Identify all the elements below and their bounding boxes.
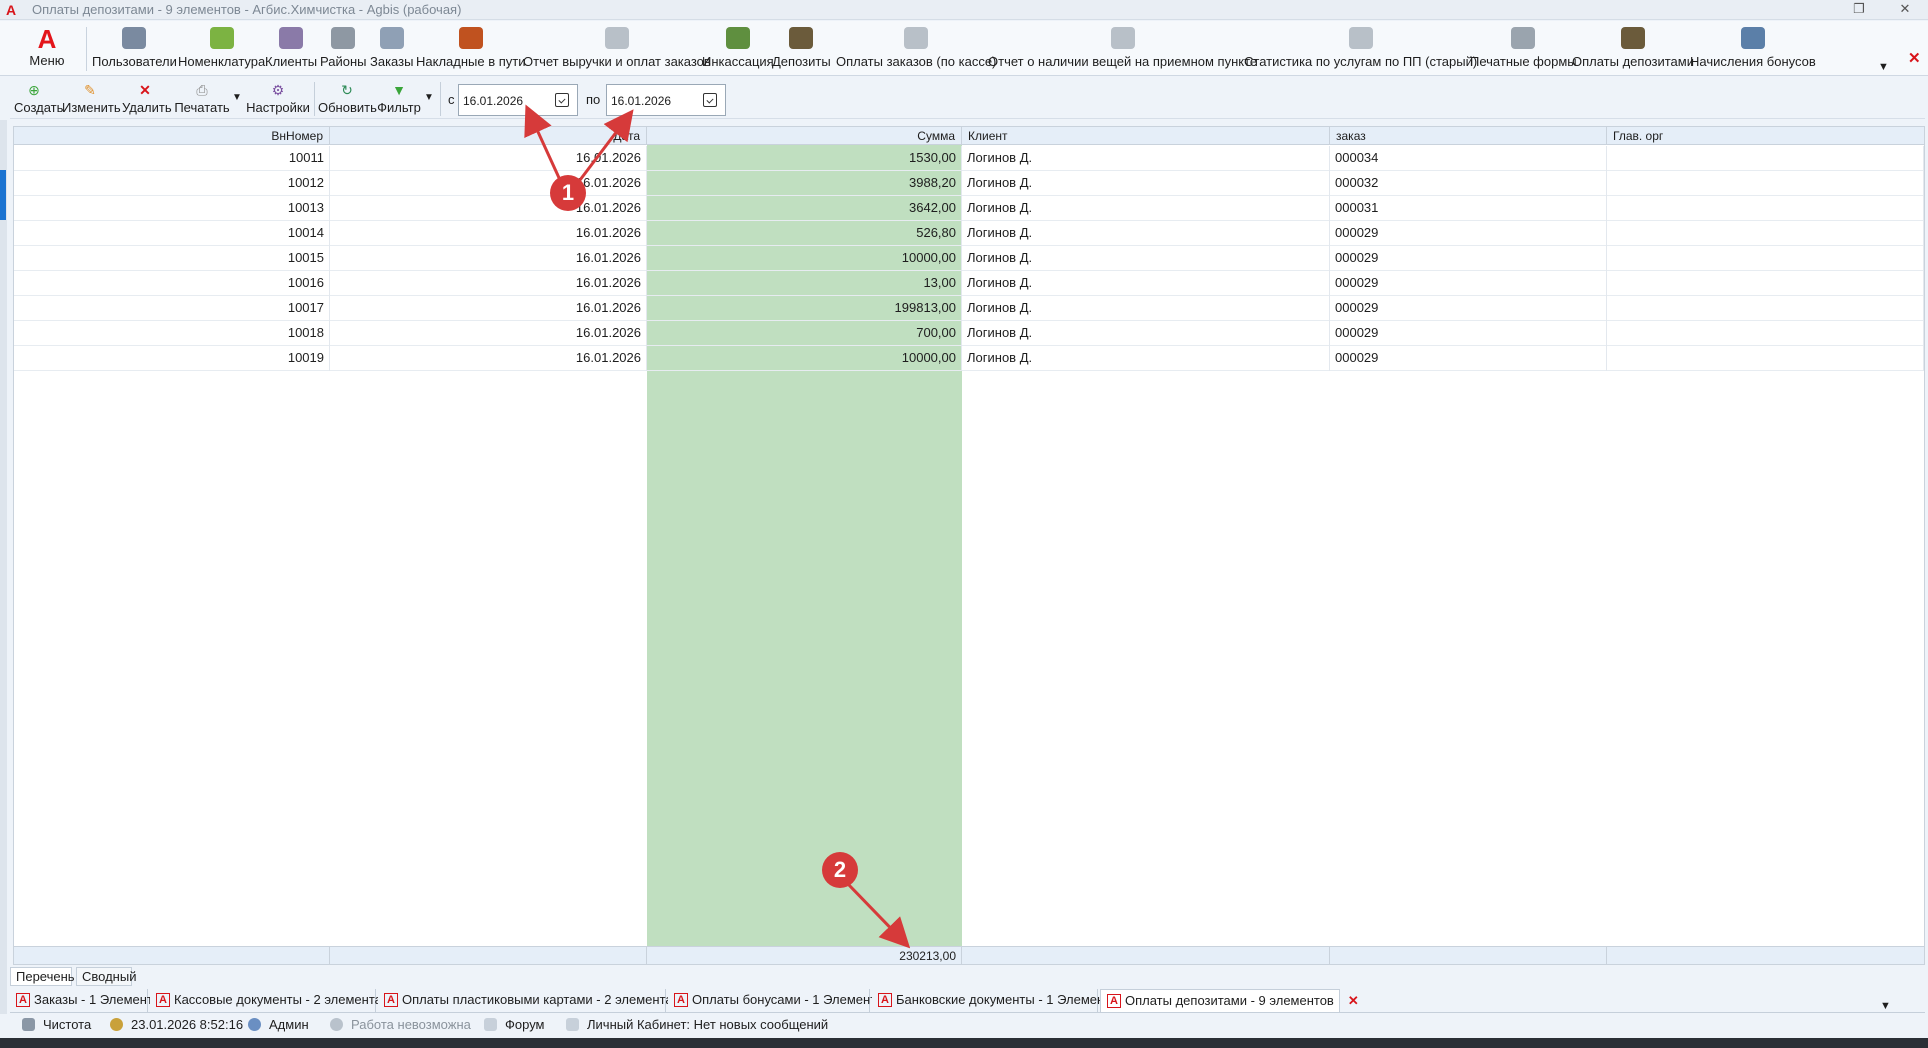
app-window: A Оплаты депозитами - 9 элементов - Агби…: [0, 0, 1928, 1048]
annotation-arrow-1b: [578, 109, 634, 181]
annotation-arrow-2: [846, 882, 911, 949]
annotation-overlay: [524, 104, 911, 949]
annotation-badge-2: 2: [822, 852, 858, 888]
annotation-arrow-1a: [524, 104, 562, 181]
annotation-badge-1: 1: [550, 175, 586, 211]
